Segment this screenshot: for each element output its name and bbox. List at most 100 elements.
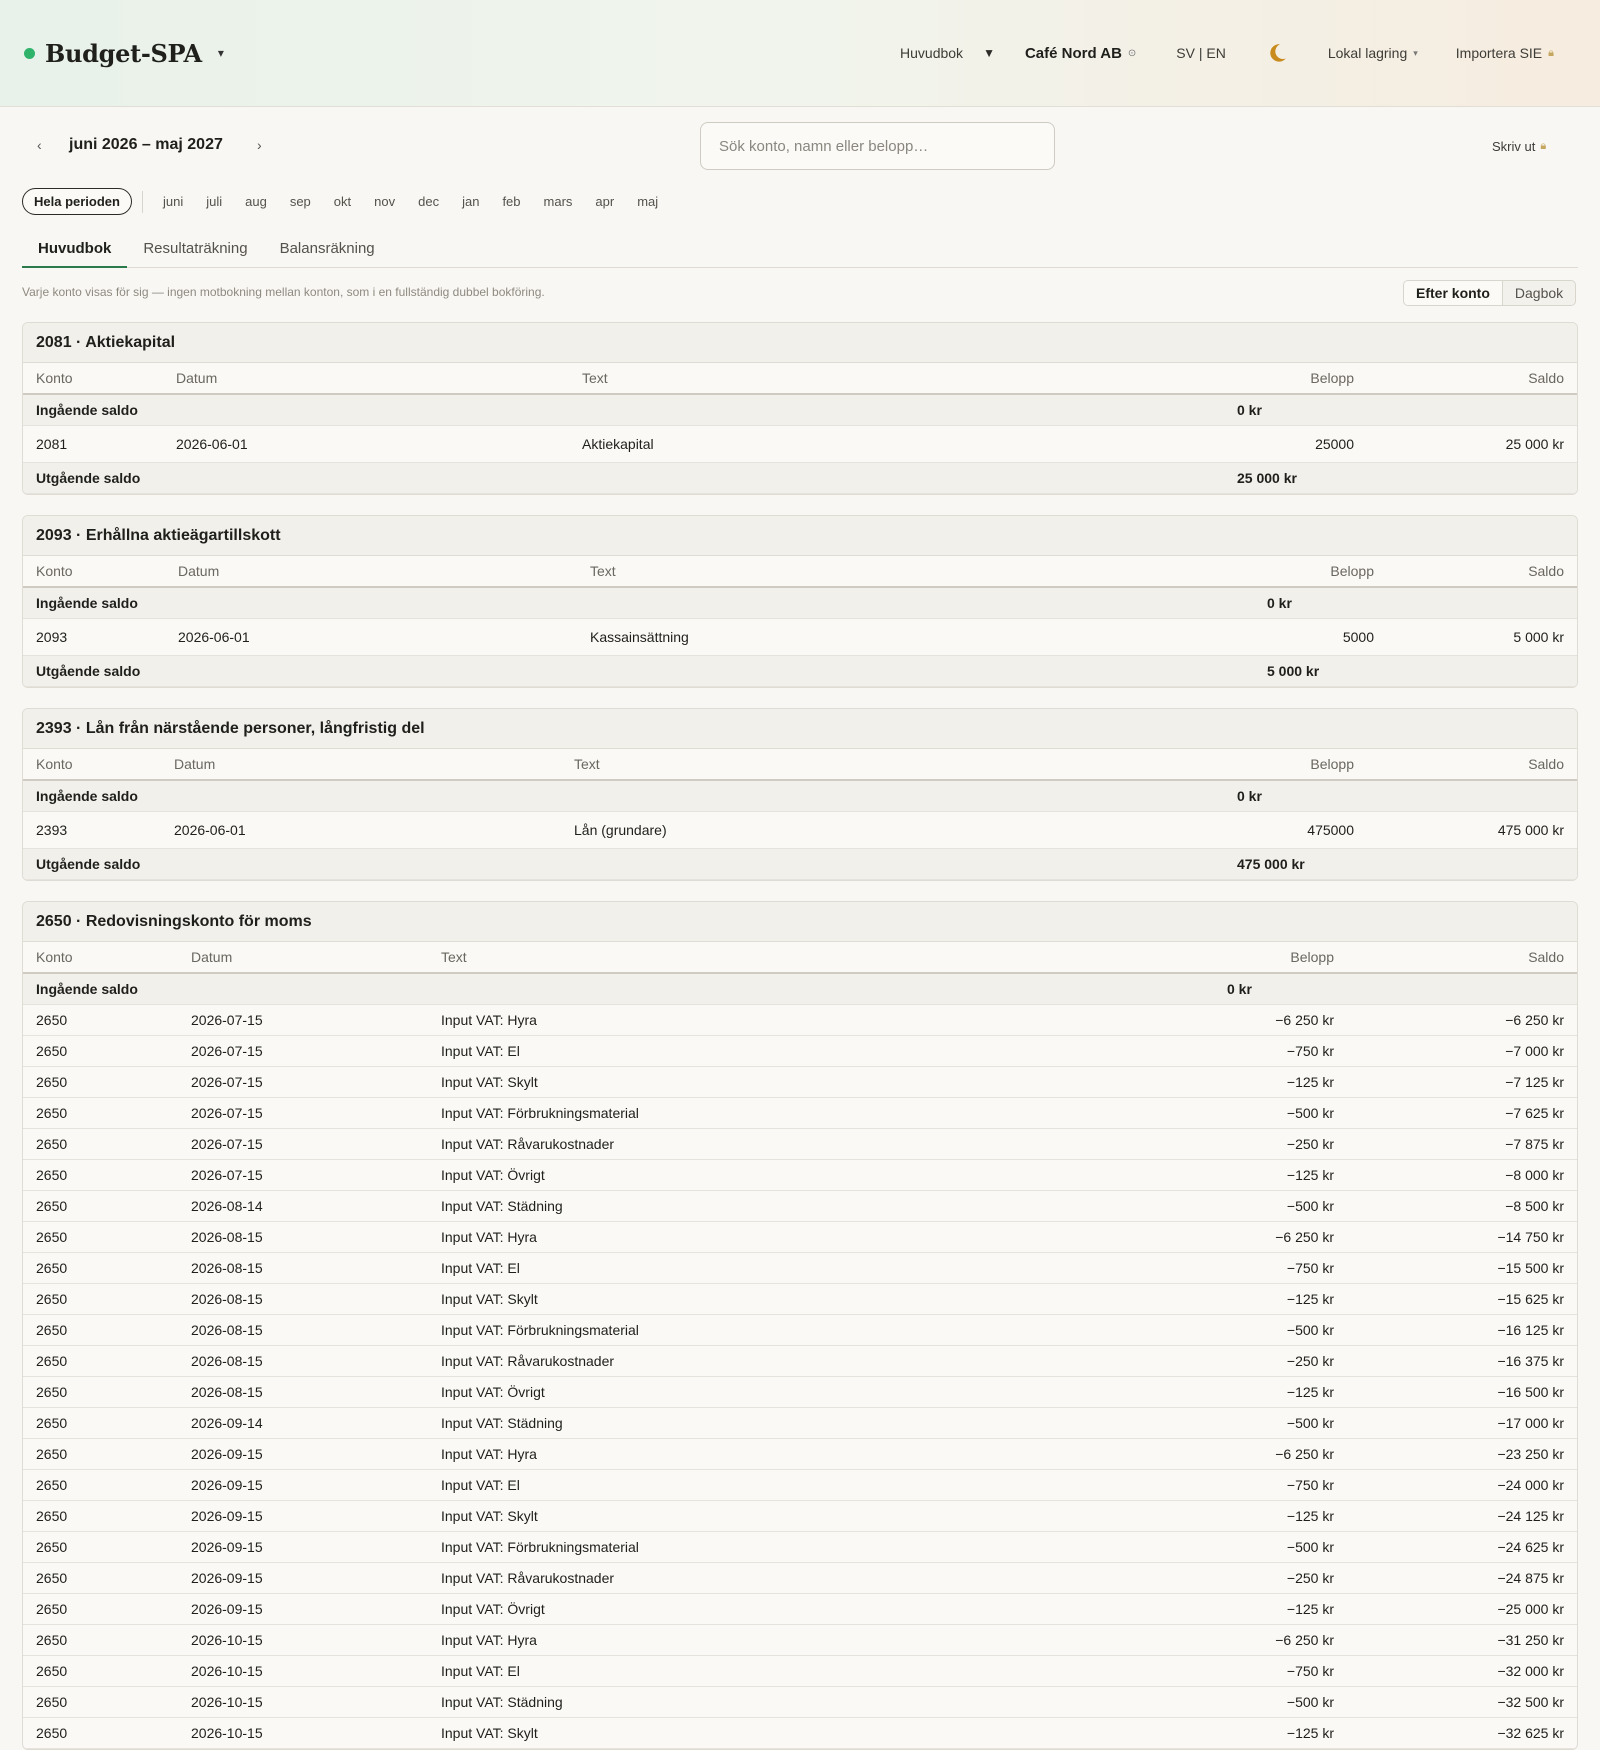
closing-label: Utgående saldo: [23, 655, 1267, 687]
cell-text: Input VAT: Skylt: [428, 1500, 1227, 1532]
cell-belopp: 475000: [1237, 811, 1367, 849]
col-konto: Konto: [23, 942, 178, 974]
cell-konto: 2650: [23, 1345, 178, 1377]
cell-saldo: −14 750 kr: [1347, 1221, 1577, 1253]
cell-konto: 2650: [23, 1717, 178, 1749]
cell-saldo: −25 000 kr: [1347, 1593, 1577, 1625]
all-period-button[interactable]: Hela perioden: [22, 188, 132, 215]
storage-select[interactable]: Lokal lagring ▾: [1328, 45, 1418, 61]
opening-label: Ingående saldo: [23, 587, 1267, 619]
opening-balance-row: Ingående saldo 0 kr: [23, 587, 1577, 619]
cell-text: Input VAT: Övrigt: [428, 1593, 1227, 1625]
next-period-button[interactable]: ›: [257, 137, 262, 153]
cell-konto: 2393: [23, 811, 161, 849]
cell-belopp: −125 kr: [1227, 1500, 1347, 1532]
table-row: 2650 2026-08-15 Input VAT: Förbrukningsmat…: [23, 1314, 1577, 1346]
opening-label: Ingående saldo: [23, 973, 1227, 1005]
print-button[interactable]: Skriv ut 🔒︎: [1492, 139, 1546, 154]
month-button[interactable]: juni: [163, 194, 183, 209]
tab-huvudbok[interactable]: Huvudbok: [22, 236, 128, 268]
cell-saldo: −16 375 kr: [1347, 1345, 1577, 1377]
prev-period-button[interactable]: ‹: [37, 137, 42, 153]
table-row: 2650 2026-07-15 Input VAT: El −750 kr −7 000…: [23, 1035, 1577, 1067]
cell-datum: 2026-09-15: [178, 1531, 428, 1563]
month-button[interactable]: mars: [544, 194, 573, 209]
closing-label: Utgående saldo: [23, 462, 1237, 494]
table-row: 2650 2026-08-15 Input VAT: Skylt −125 kr −15…: [23, 1283, 1577, 1315]
cell-belopp: −125 kr: [1227, 1593, 1347, 1625]
tab-balansrakning[interactable]: Balansräkning: [264, 236, 391, 268]
cell-saldo: −24 000 kr: [1347, 1469, 1577, 1501]
table-row: 2650 2026-08-15 Input VAT: Råvarukostnader…: [23, 1345, 1577, 1377]
cell-belopp: −6 250 kr: [1227, 1221, 1347, 1253]
top-bar: Budget-SPA ▾ Huvudbok ▼ Café Nord AB ⊙ S…: [0, 0, 1600, 107]
table-row: 2650 2026-09-15 Input VAT: Råvarukostnader…: [23, 1562, 1577, 1594]
print-label: Skriv ut: [1492, 139, 1536, 154]
app-menu-chevron-icon[interactable]: ▾: [218, 46, 224, 60]
col-text: Text: [577, 556, 1267, 588]
month-button[interactable]: dec: [418, 194, 439, 209]
month-button[interactable]: apr: [595, 194, 614, 209]
cell-saldo: 5 000 kr: [1387, 618, 1577, 656]
cell-datum: 2026-09-15: [178, 1438, 428, 1470]
month-button[interactable]: juli: [206, 194, 222, 209]
cell-datum: 2026-07-15: [178, 1066, 428, 1098]
view-select[interactable]: Huvudbok ▼: [900, 45, 995, 61]
table-row: 2650 2026-08-15 Input VAT: Hyra −6 250 kr −1…: [23, 1221, 1577, 1253]
cell-saldo: −17 000 kr: [1347, 1407, 1577, 1439]
table-header-row: Konto Datum Text Belopp Saldo: [23, 749, 1577, 781]
month-button[interactable]: sep: [290, 194, 311, 209]
cell-text: Input VAT: Städning: [428, 1686, 1227, 1718]
cell-belopp: −6 250 kr: [1227, 1624, 1347, 1656]
import-sie-button[interactable]: Importera SIE 🔒︎: [1456, 45, 1554, 61]
dark-mode-toggle[interactable]: [1266, 42, 1288, 64]
month-button[interactable]: aug: [245, 194, 267, 209]
account-card: 2393 · Lån från närstående personer, lån…: [22, 708, 1578, 881]
cell-belopp: −6 250 kr: [1227, 1438, 1347, 1470]
cell-text: Input VAT: Förbrukningsmaterial: [428, 1314, 1227, 1346]
company-select[interactable]: Café Nord AB ⊙: [1025, 45, 1136, 62]
month-filter: Hela perioden juni juli aug sep okt nov …: [22, 188, 681, 215]
cell-belopp: −125 kr: [1227, 1376, 1347, 1408]
col-text: Text: [561, 749, 1237, 781]
month-button[interactable]: feb: [502, 194, 520, 209]
cell-saldo: −16 500 kr: [1347, 1376, 1577, 1408]
cell-datum: 2026-09-15: [178, 1469, 428, 1501]
search-input[interactable]: [700, 122, 1055, 170]
month-button[interactable]: maj: [637, 194, 658, 209]
language-toggle[interactable]: SV | EN: [1176, 45, 1226, 61]
cell-text: Input VAT: Hyra: [428, 1221, 1227, 1253]
settings-dot-icon: ⊙: [1127, 47, 1137, 59]
view-select-label: Huvudbok: [900, 45, 964, 61]
account-title: 2081 · Aktiekapital: [23, 323, 1577, 363]
month-button[interactable]: jan: [462, 194, 479, 209]
tab-resultatrakning[interactable]: Resultaträkning: [127, 236, 263, 268]
cell-saldo: 475 000 kr: [1367, 811, 1577, 849]
cell-datum: 2026-10-15: [178, 1717, 428, 1749]
storage-label: Lokal lagring: [1327, 45, 1408, 61]
cell-konto: 2650: [23, 1624, 178, 1656]
cell-text: Input VAT: Städning: [428, 1190, 1227, 1222]
cell-konto: 2650: [23, 1469, 178, 1501]
account-title: 2650 · Redovisningskonto för moms: [23, 902, 1577, 942]
cell-konto: 2650: [23, 1066, 178, 1098]
month-button[interactable]: okt: [334, 194, 351, 209]
by-account-button[interactable]: Efter konto: [1404, 281, 1503, 305]
month-button[interactable]: nov: [374, 194, 395, 209]
ledger-note: Varje konto visas för sig — ingen motbok…: [22, 285, 545, 299]
moon-icon: [1270, 44, 1286, 62]
ledger-table: Konto Datum Text Belopp Saldo Ingående saldo 0…: [23, 942, 1577, 1749]
chevron-down-icon: ▼: [983, 46, 995, 60]
opening-amount: 0 kr: [1237, 787, 1262, 804]
cell-konto: 2650: [23, 1438, 178, 1470]
table-row: 2650 2026-10-15 Input VAT: Städning −500 kr…: [23, 1686, 1577, 1718]
col-belopp: Belopp: [1237, 363, 1367, 395]
opening-balance-row: Ingående saldo 0 kr: [23, 973, 1577, 1005]
cell-konto: 2650: [23, 1376, 178, 1408]
cell-saldo: 25 000 kr: [1367, 425, 1577, 463]
journal-button[interactable]: Dagbok: [1503, 281, 1575, 305]
cell-text: Input VAT: Råvarukostnader: [428, 1128, 1227, 1160]
col-belopp: Belopp: [1237, 749, 1367, 781]
cell-konto: 2093: [23, 618, 165, 656]
cell-text: Input VAT: Förbrukningsmaterial: [428, 1097, 1227, 1129]
